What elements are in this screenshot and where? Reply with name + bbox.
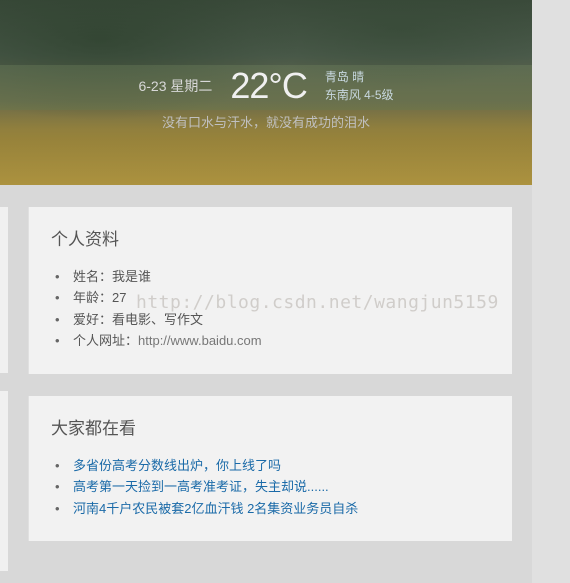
profile-link[interactable]: http://www.baidu.com bbox=[138, 333, 262, 348]
list-item: 高考第一天捡到一高考准考证，失主却说...... bbox=[69, 476, 490, 497]
list-item: 河南4千户农民被套2亿血汗钱 2名集资业务员自杀 bbox=[69, 498, 490, 519]
hero-banner: 6-23 星期二 22°C 青岛 晴 东南风 4-5级 没有口水与汗水，就没有成… bbox=[0, 0, 532, 185]
hotlist-card: 大家都在看 多省份高考分数线出炉，你上线了吗 高考第一天捡到一高考准考证，失主却… bbox=[28, 396, 512, 541]
hotlist-link[interactable]: 高考第一天捡到一高考准考证，失主却说...... bbox=[73, 479, 329, 494]
hotlist-title: 大家都在看 bbox=[51, 414, 490, 439]
location-text: 青岛 晴 bbox=[325, 68, 394, 86]
sidebar-stub bbox=[0, 207, 8, 373]
wind-text: 东南风 4-5级 bbox=[325, 86, 394, 104]
hotlist-list: 多省份高考分数线出炉，你上线了吗 高考第一天捡到一高考准考证，失主却说.....… bbox=[51, 455, 490, 519]
list-item: 姓名：我是谁 bbox=[69, 266, 490, 287]
weather-bar: 6-23 星期二 22°C 青岛 晴 东南风 4-5级 bbox=[0, 65, 532, 107]
hero-quote: 没有口水与汗水，就没有成功的泪水 bbox=[0, 112, 532, 131]
list-item: 个人网址：http://www.baidu.com bbox=[69, 330, 490, 351]
temperature: 22°C bbox=[230, 65, 306, 107]
list-item: 多省份高考分数线出炉，你上线了吗 bbox=[69, 455, 490, 476]
watermark: http://blog.csdn.net/wangjun5159 bbox=[136, 292, 499, 313]
date-text: 6-23 星期二 bbox=[138, 76, 212, 96]
profile-title: 个人资料 bbox=[51, 225, 490, 250]
profile-card: 个人资料 姓名：我是谁 年龄：27 爱好：看电影、写作文 个人网址：http:/… bbox=[28, 207, 512, 374]
hotlist-link[interactable]: 多省份高考分数线出炉，你上线了吗 bbox=[73, 458, 281, 473]
hotlist-link[interactable]: 河南4千户农民被套2亿血汗钱 2名集资业务员自杀 bbox=[73, 501, 358, 516]
weather-detail: 青岛 晴 东南风 4-5级 bbox=[325, 68, 394, 104]
sidebar-stub bbox=[0, 391, 8, 571]
right-pane bbox=[532, 0, 570, 583]
